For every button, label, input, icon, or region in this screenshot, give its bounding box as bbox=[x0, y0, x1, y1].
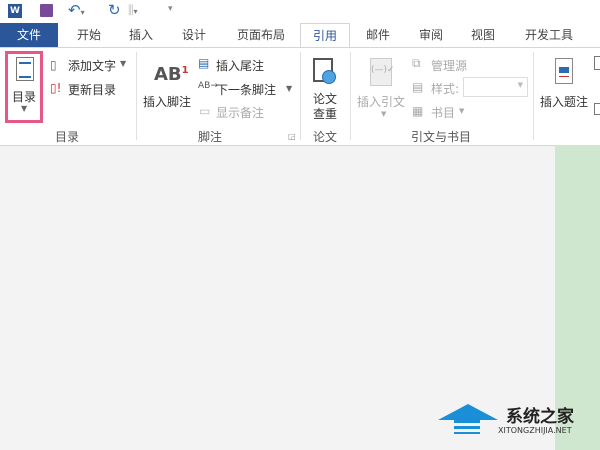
tab-developer[interactable]: 开发工具 bbox=[521, 23, 577, 47]
insert-footnote-button[interactable]: 插入脚注 bbox=[143, 93, 191, 110]
group-label-citations: 引文与书目 bbox=[411, 130, 472, 144]
tab-home[interactable]: 开始 bbox=[74, 23, 104, 47]
bibliography-icon: ▦ bbox=[412, 104, 424, 118]
tab-view[interactable]: 视图 bbox=[468, 23, 498, 47]
style-label: 样式: bbox=[431, 82, 460, 96]
caption-small-icon bbox=[594, 56, 600, 70]
watermark: 系统之家 XITONGZHIJIA.NET bbox=[438, 400, 598, 440]
toc-label: 目录 bbox=[12, 90, 37, 104]
bibliography-button[interactable]: 书目 bbox=[431, 104, 455, 121]
caption-small-icon bbox=[594, 103, 600, 115]
tab-references[interactable]: 引用 bbox=[300, 23, 350, 48]
update-toc-button[interactable]: 更新目录 bbox=[68, 81, 116, 98]
watermark-url: XITONGZHIJIA.NET bbox=[498, 426, 572, 435]
ribbon-tabs: 文件 开始 插入 设计 页面布局 引用 邮件 审阅 视图 开发工具 bbox=[0, 23, 600, 48]
chevron-down-icon: ▼ bbox=[286, 84, 293, 93]
insert-citation-icon: (—)✓ bbox=[370, 58, 395, 86]
next-footnote-button[interactable]: 下一条脚注 bbox=[216, 81, 276, 98]
divider bbox=[300, 52, 301, 140]
chevron-down-icon: ▼ bbox=[459, 107, 465, 115]
update-toc-icon: ▯! bbox=[50, 81, 62, 95]
divider bbox=[350, 52, 351, 140]
add-text-button[interactable]: 添加文字 bbox=[68, 57, 116, 74]
style-icon: ▤ bbox=[412, 80, 424, 94]
tab-file[interactable]: 文件 bbox=[0, 23, 58, 47]
toc-button[interactable]: 目录 ▼ bbox=[5, 51, 43, 123]
chevron-down-icon: ▼ bbox=[517, 81, 523, 89]
quick-access-toolbar: W ↶▾ ↻ ⫼▾ ▾ bbox=[0, 0, 600, 23]
tab-design[interactable]: 设计 bbox=[179, 23, 209, 47]
customize-icon[interactable]: ▾ bbox=[168, 4, 173, 14]
group-label-toc: 目录 bbox=[55, 130, 80, 144]
undo-icon[interactable]: ↶▾ bbox=[68, 1, 85, 19]
footnote-icon: AB1 bbox=[154, 64, 189, 85]
toc-icon bbox=[16, 57, 34, 81]
paper-check-icon bbox=[313, 58, 336, 84]
chevron-down-icon: ▼ bbox=[21, 104, 28, 113]
touch-mode-icon[interactable]: ⫼▾ bbox=[128, 3, 138, 18]
divider bbox=[533, 52, 534, 140]
redo-icon[interactable]: ↻ bbox=[108, 1, 121, 19]
dialog-launcher-icon[interactable]: ◲ bbox=[288, 132, 296, 141]
group-label-footnotes: 脚注 bbox=[198, 130, 223, 144]
manage-sources-icon: ⧉ bbox=[412, 56, 421, 70]
insert-citation-button[interactable]: 插入引文 bbox=[357, 93, 405, 110]
tab-review[interactable]: 审阅 bbox=[416, 23, 446, 47]
word-icon: W bbox=[8, 4, 22, 18]
chevron-down-icon: ▼ bbox=[120, 59, 127, 68]
show-notes-icon: ▭ bbox=[199, 104, 211, 118]
save-icon[interactable] bbox=[40, 4, 53, 17]
insert-caption-icon bbox=[555, 58, 573, 84]
next-footnote-icon: AB→ bbox=[198, 81, 218, 91]
insert-caption-button[interactable]: 插入题注 bbox=[540, 93, 588, 110]
tab-mailings[interactable]: 邮件 bbox=[363, 23, 393, 47]
house-logo-icon bbox=[438, 404, 498, 420]
insert-endnote-button[interactable]: 插入尾注 bbox=[216, 57, 264, 74]
house-body-icon bbox=[454, 420, 480, 434]
style-select[interactable]: ▼ bbox=[463, 77, 528, 97]
show-notes-button[interactable]: 显示备注 bbox=[216, 104, 264, 121]
paper-check-button[interactable]: 论文 查重 bbox=[313, 92, 337, 122]
add-text-icon: ▯ bbox=[50, 58, 57, 72]
ribbon: 目录 ▼ ▯ 添加文字 ▼ ▯! 更新目录 目录 AB1 插入脚注 ▤ 插入尾注… bbox=[0, 47, 600, 146]
tab-layout[interactable]: 页面布局 bbox=[233, 23, 289, 47]
watermark-name: 系统之家 bbox=[506, 407, 574, 427]
manage-sources-button[interactable]: 管理源 bbox=[431, 57, 467, 74]
tab-insert[interactable]: 插入 bbox=[126, 23, 156, 47]
divider bbox=[136, 52, 137, 140]
endnote-icon: ▤ bbox=[198, 56, 210, 70]
group-label-paper: 论文 bbox=[313, 130, 338, 144]
chevron-down-icon: ▼ bbox=[381, 110, 387, 118]
